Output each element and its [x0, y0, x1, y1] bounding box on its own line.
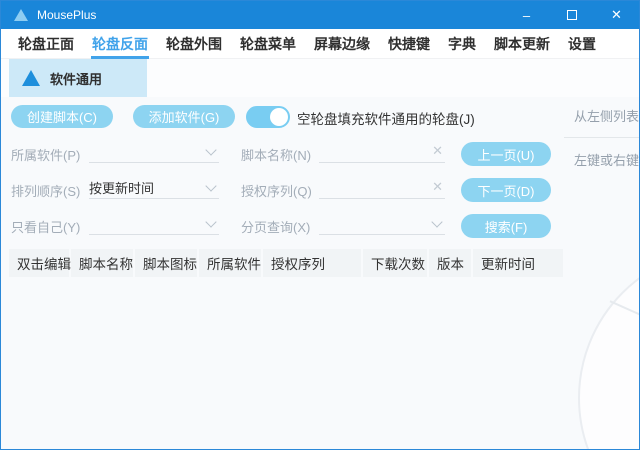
- tab-dictionary[interactable]: 字典: [439, 29, 485, 59]
- toggle-knob: [270, 108, 288, 126]
- tab-screen-edge[interactable]: 屏幕边缘: [305, 29, 379, 59]
- side-divider: [564, 137, 640, 138]
- tab-wheel-menu[interactable]: 轮盘菜单: [231, 29, 305, 59]
- sort-order-label: 排列顺序(S): [11, 181, 95, 200]
- script-name-input[interactable]: ✕: [319, 141, 445, 163]
- fill-toggle-label: 空轮盘填充软件通用的轮盘(J): [297, 108, 475, 128]
- add-software-button[interactable]: 添加软件(G): [133, 105, 235, 128]
- window-controls: – ✕: [504, 1, 639, 29]
- main-tabbar: 轮盘正面 轮盘反面 轮盘外围 轮盘菜单 屏幕边缘 快捷键 字典 脚本更新 设置: [1, 29, 639, 59]
- script-table-header: 双击编辑 脚本名称 脚本图标 所属软件 授权序列 下载次数 版本 更新时间: [9, 249, 563, 277]
- page-query-select[interactable]: [319, 213, 445, 235]
- chevron-down-icon: [205, 144, 216, 155]
- prev-page-button[interactable]: 上一页(U): [461, 142, 551, 166]
- app-logo-icon: [14, 9, 28, 21]
- col-auth-serial: 授权序列: [263, 249, 363, 277]
- next-page-button[interactable]: 下一页(D): [461, 178, 551, 202]
- subtab-label: 软件通用: [50, 69, 102, 88]
- titlebar: MousePlus – ✕: [1, 1, 639, 29]
- col-update-time: 更新时间: [473, 249, 563, 277]
- close-button[interactable]: ✕: [594, 1, 639, 29]
- maximize-button[interactable]: [549, 1, 594, 29]
- mouseplus-window: MousePlus – ✕ 轮盘正面 轮盘反面 轮盘外围 轮盘菜单 屏幕边缘 快…: [0, 0, 640, 450]
- subtab-strip: 软件通用: [1, 59, 639, 97]
- side-hint-bottom: 左键或右键: [574, 150, 639, 169]
- col-double-click-edit: 双击编辑: [9, 249, 71, 277]
- tab-wheel-back[interactable]: 轮盘反面: [83, 29, 157, 59]
- col-script-name: 脚本名称: [71, 249, 135, 277]
- clear-icon[interactable]: ✕: [432, 179, 443, 195]
- col-download-count: 下载次数: [363, 249, 429, 277]
- owner-software-label: 所属软件(P): [11, 145, 95, 164]
- only-mine-label: 只看自己(Y): [11, 217, 95, 236]
- tab-wheel-outer[interactable]: 轮盘外围: [157, 29, 231, 59]
- owner-software-select[interactable]: [89, 141, 219, 163]
- col-owner-software: 所属软件: [199, 249, 263, 277]
- only-mine-select[interactable]: [89, 213, 219, 235]
- subtab-software-general[interactable]: 软件通用: [9, 59, 147, 97]
- tab-hotkeys[interactable]: 快捷键: [379, 29, 439, 59]
- chevron-down-icon: [205, 216, 216, 227]
- fill-empty-wheel-toggle[interactable]: [246, 106, 290, 128]
- auth-serial-label: 授权序列(Q): [241, 181, 321, 200]
- window-title: MousePlus: [37, 8, 96, 22]
- tab-script-update[interactable]: 脚本更新: [485, 29, 559, 59]
- tab-settings[interactable]: 设置: [559, 29, 605, 59]
- create-script-button[interactable]: 创建脚本(C): [11, 105, 113, 128]
- page-query-label: 分页查询(X): [241, 217, 321, 236]
- sort-order-select[interactable]: 按更新时间: [89, 177, 219, 199]
- col-version: 版本: [429, 249, 473, 277]
- chevron-down-icon: [205, 180, 216, 191]
- tab-wheel-front[interactable]: 轮盘正面: [9, 29, 83, 59]
- side-hint-top: 从左侧列表: [574, 106, 639, 125]
- search-button[interactable]: 搜索(F): [461, 214, 551, 238]
- col-script-icon: 脚本图标: [135, 249, 199, 277]
- triangle-logo-icon: [22, 70, 40, 86]
- script-name-label: 脚本名称(N): [241, 145, 321, 164]
- wheel-preview-circle: [578, 248, 640, 450]
- minimize-button[interactable]: –: [504, 1, 549, 29]
- clear-icon[interactable]: ✕: [432, 143, 443, 159]
- auth-serial-input[interactable]: ✕: [319, 177, 445, 199]
- chevron-down-icon: [431, 216, 442, 227]
- sort-order-value: 按更新时间: [89, 178, 154, 197]
- maximize-icon: [567, 10, 577, 20]
